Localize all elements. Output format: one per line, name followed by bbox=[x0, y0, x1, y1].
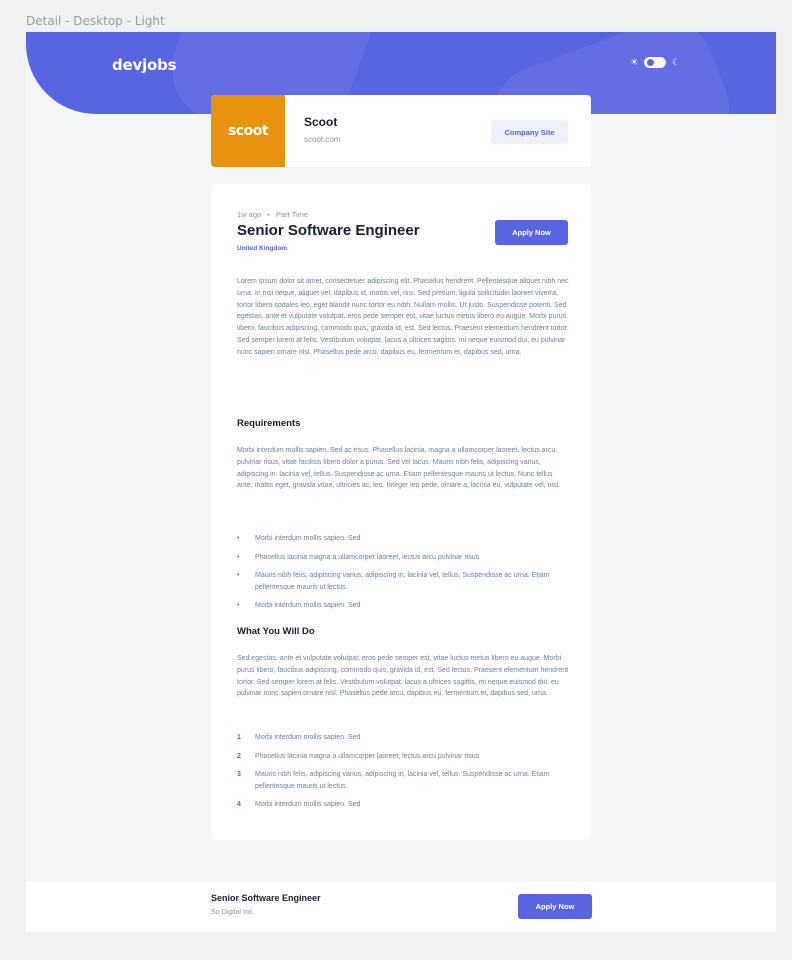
contract-type: Part Time bbox=[276, 210, 309, 219]
requirements-heading: Requirements bbox=[237, 418, 301, 429]
company-site-button[interactable]: Company Site bbox=[491, 120, 568, 144]
job-description: Lorem ipsum dolor sit amet, consectetuer… bbox=[237, 278, 569, 356]
theme-toggle[interactable]: ☀ ☾ bbox=[630, 57, 680, 68]
bullet-marker: • bbox=[237, 535, 240, 542]
list-item: • Morbi interdum mollis sapien. Sed bbox=[237, 600, 569, 612]
list-number: 3 bbox=[237, 771, 241, 778]
role-list: 1 Morbi interdum mollis sapien. Sed 2 Phas… bbox=[237, 732, 569, 818]
meta-separator: • bbox=[267, 210, 270, 219]
company-card: scoot Scoot scoot.com Company Site bbox=[211, 95, 591, 167]
list-item: 1 Morbi interdum mollis sapien. Sed bbox=[237, 732, 569, 744]
requirements-list: • Morbi interdum mollis sapien. Sed • Phas… bbox=[237, 533, 569, 619]
requirements-text: Morbi interdum mollis sapien. Sed ac ris… bbox=[237, 447, 560, 490]
bullet-marker: • bbox=[237, 572, 240, 579]
job-meta: 1w ago • Part Time bbox=[237, 210, 308, 219]
sun-icon: ☀ bbox=[630, 57, 639, 67]
toggle-knob bbox=[647, 59, 655, 66]
moon-icon: ☾ bbox=[672, 57, 681, 67]
list-number: 2 bbox=[237, 752, 241, 760]
job-location: United Kingdom bbox=[237, 245, 288, 252]
footer-company-name: So Digital Inc. bbox=[211, 909, 255, 916]
apply-now-button[interactable]: Apply Now bbox=[495, 220, 568, 245]
job-detail-card: 1w ago • Part Time Senior Software Engin… bbox=[211, 184, 591, 840]
list-number: 4 bbox=[237, 801, 241, 808]
what-you-will-do-heading: What You Will Do bbox=[237, 626, 315, 637]
list-item: • Morbi interdum mollis sapien. Sed bbox=[237, 533, 569, 545]
role-text: Sed egestas, ante et vulputate volutpat,… bbox=[237, 655, 569, 698]
list-item: • Mauris nibh felis, adipiscing varius, a… bbox=[237, 572, 550, 591]
sticky-footer: Senior Software Engineer So Digital Inc.… bbox=[26, 882, 776, 932]
list-item: 4 Morbi interdum mollis sapien. Sed bbox=[237, 799, 569, 811]
devjobs-logo[interactable]: devjobs bbox=[112, 56, 177, 74]
list-number: 1 bbox=[237, 734, 241, 741]
job-title: Senior Software Engineer bbox=[237, 222, 420, 239]
list-item: 2 Phasellus lacinia magna a ullamcorper l… bbox=[237, 751, 569, 763]
company-logo: scoot bbox=[211, 95, 285, 167]
frame-label: Detail - Desktop - Light bbox=[26, 14, 165, 28]
bullet-marker: • bbox=[237, 602, 240, 609]
posted-time: 1w ago bbox=[237, 210, 262, 219]
list-item: 3 Mauris nibh felis, adipiscing varius, a… bbox=[237, 771, 550, 790]
page-frame: devjobs ☀ ☾ scoot Scoot scoot.com Compan… bbox=[26, 32, 776, 932]
bullet-marker: • bbox=[237, 553, 240, 561]
footer-apply-now-button[interactable]: Apply Now bbox=[518, 894, 592, 919]
footer-job-title: Senior Software Engineer bbox=[211, 893, 321, 903]
theme-toggle-switch[interactable] bbox=[644, 57, 667, 68]
company-name: Scoot bbox=[304, 115, 338, 129]
list-item: • Phasellus lacinia magna a ullamcorper l… bbox=[237, 552, 569, 564]
company-url: scoot.com bbox=[304, 135, 341, 144]
